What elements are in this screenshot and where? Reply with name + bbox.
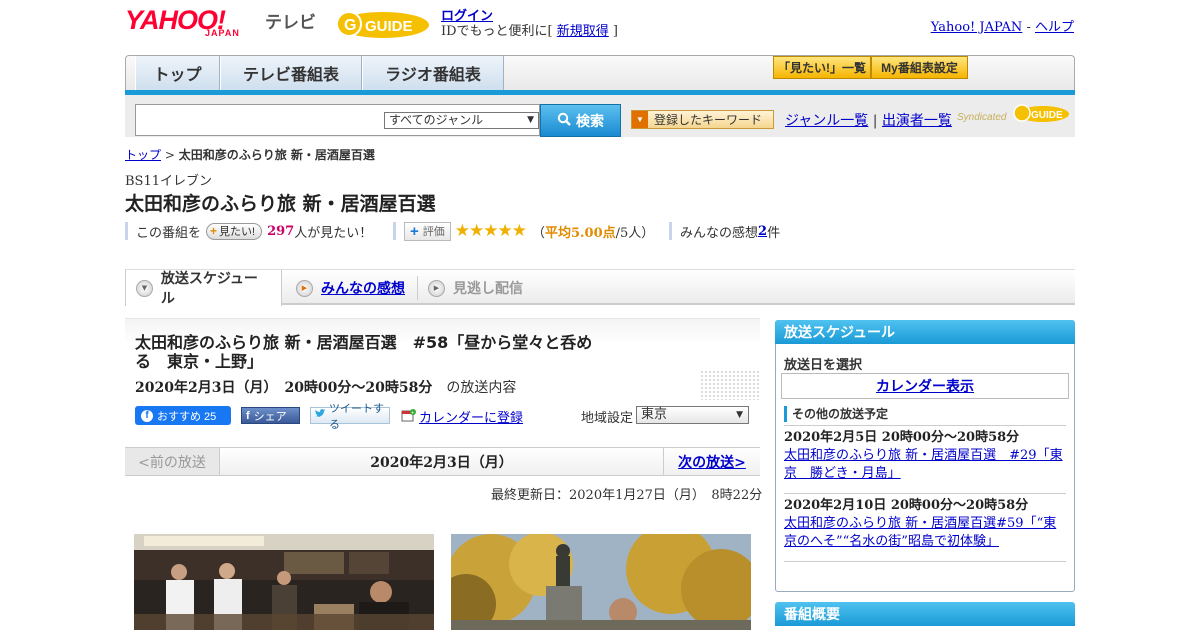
search-links: ジャンル一覧 | 出演者一覧 — [785, 113, 952, 129]
tv-logo-text[interactable]: テレビ — [265, 8, 316, 33]
broadcast-date: 2020年2月10日 20時00分～20時58分 — [784, 498, 1029, 513]
registered-keyword-button[interactable]: ▼ 登録したキーワード — [631, 110, 774, 129]
signup-link[interactable]: 新規取得 — [557, 24, 609, 39]
genre-select[interactable]: すべてのジャンル ▼ — [384, 112, 539, 129]
arrow-down-circle-icon: ▼ — [136, 279, 153, 297]
plus-icon: + — [410, 222, 419, 240]
next-broadcast-link[interactable]: 次の放送> — [663, 448, 760, 475]
facebook-icon: f — [141, 409, 153, 422]
other-broadcasts-heading: その他の放送予定 — [784, 405, 888, 422]
arrow-right-circle-icon: ▶ — [296, 279, 313, 297]
divider — [784, 425, 1066, 426]
mitai-list-button[interactable]: 「見たい!」一覧 — [773, 56, 871, 79]
previous-broadcast-button: <前の放送 — [125, 448, 220, 475]
help-link[interactable]: ヘルプ — [1035, 20, 1074, 35]
divider — [393, 222, 396, 240]
gguide-logo-text: GUIDE — [365, 18, 413, 35]
episode-title: 太田和彦のふらり旅 新・居酒屋百選 #58「昼から堂々と呑める 東京・上野」 — [135, 333, 593, 371]
sidebar-overview-heading: 番組概要 — [775, 602, 1075, 626]
divider — [669, 222, 672, 240]
current-broadcast-date: 2020年2月3日（月） — [370, 454, 513, 471]
episode-datetime: 2020年2月3日（月） 20時00分～20時58分 の放送内容 — [135, 380, 517, 396]
plus-icon: + — [210, 224, 218, 238]
breadcrumb: トップ > 太田和彦のふらり旅 新・居酒屋百選 — [125, 148, 375, 162]
svg-text:+: + — [411, 410, 415, 416]
tab-radio-schedule[interactable]: ラジオ番組表 — [362, 56, 504, 90]
dropdown-arrow-icon: ▼ — [736, 410, 743, 420]
magnifier-icon — [557, 112, 571, 129]
rating-stat: + 評価 ★★★★★ （平均5.00点/5人） — [393, 221, 654, 241]
divider — [784, 561, 1066, 562]
login-subtext: IDでもっと便利に[ 新規取得 ] — [441, 24, 618, 39]
sidebar-schedule-heading: 放送スケジュール — [775, 320, 1075, 344]
svg-text:G: G — [344, 17, 356, 34]
rate-button[interactable]: + 評価 — [404, 221, 451, 241]
gguide-logo[interactable]: G GUIDE — [335, 8, 431, 40]
syndicated-label: Syndicated — [957, 112, 1007, 123]
yahoo-japan-link[interactable]: Yahoo! JAPAN — [931, 20, 1023, 35]
divider — [125, 222, 128, 240]
genre-list-link[interactable]: ジャンル一覧 — [785, 113, 868, 129]
reviews-stat: みんなの感想 2件 — [669, 222, 780, 241]
triangle-down-icon: ▼ — [632, 111, 648, 128]
calendar-plus-icon: + — [401, 408, 416, 426]
my-schedule-button[interactable]: My番組表設定 — [871, 56, 968, 79]
search-button[interactable]: 検索 — [540, 104, 621, 137]
arrow-right-circle-icon: ▶ — [428, 279, 445, 297]
calendar-register-link[interactable]: + カレンダーに登録 — [401, 407, 523, 426]
divider — [784, 493, 1066, 494]
calendar-view-button[interactable]: カレンダー表示 — [781, 373, 1069, 399]
broadcast-title-link[interactable]: 太田和彦のふらり旅 新・居酒屋百選#59「“東京のへそ”“名水の街”昭島で初体験… — [784, 516, 1056, 549]
broadcast-title-link[interactable]: 太田和彦のふらり旅 新・居酒屋百選 #29「東京 勝どき・月島」 — [784, 448, 1063, 481]
tab-divider — [417, 276, 418, 300]
want-to-watch-button[interactable]: + 見たい! — [206, 222, 263, 240]
dot-pattern — [700, 370, 760, 400]
gguide-syndicated-logo: GUIDE — [1013, 102, 1069, 124]
page-title: 太田和彦のふらり旅 新・居酒屋百選 — [125, 193, 436, 215]
broadcast-date: 2020年2月5日 20時00分～20時58分 — [784, 430, 1020, 445]
gguide-syndicated-logo-text: GUIDE — [1031, 110, 1063, 121]
want-count: 297 — [267, 223, 295, 239]
episode-photo-ueno-statue — [451, 534, 751, 630]
select-date-label: 放送日を選択 — [784, 358, 863, 373]
tab-missed-streaming: ▶ 見逃し配信 — [428, 270, 523, 306]
channel-name: BS11イレブン — [125, 174, 213, 189]
facebook-recommend-button[interactable]: f おすすめ 25 — [135, 406, 231, 425]
region-select[interactable]: 東京 ▼ — [636, 406, 749, 424]
tab-broadcast-schedule[interactable]: ▼ 放送スケジュール — [125, 270, 282, 307]
average-rating: 平均5.00点 — [544, 225, 616, 241]
list-item: 2020年2月5日 20時00分～20時58分 太田和彦のふらり旅 新・居酒屋百… — [784, 429, 1066, 483]
facebook-share-button[interactable]: f シェア — [241, 407, 300, 424]
list-item: 2020年2月10日 20時00分～20時58分 太田和彦のふらり旅 新・居酒屋… — [784, 497, 1066, 551]
breadcrumb-top-link[interactable]: トップ — [125, 148, 161, 162]
dropdown-arrow-icon: ▼ — [527, 115, 534, 125]
top-links: Yahoo! JAPAN - ヘルプ — [930, 20, 1074, 35]
want-to-watch-stat: この番組を + 見たい! 297 人が見たい！ — [125, 222, 372, 241]
cast-list-link[interactable]: 出演者一覧 — [882, 113, 952, 129]
tab-tv-schedule[interactable]: テレビ番組表 — [220, 56, 362, 90]
region-label: 地域設定 — [581, 411, 634, 426]
heading-bar — [784, 405, 787, 422]
tab-top[interactable]: トップ — [135, 56, 220, 90]
facebook-icon: f — [246, 409, 250, 422]
episode-photo-izakaya — [134, 534, 434, 630]
reviews-count-link[interactable]: 2 — [758, 224, 767, 239]
breadcrumb-current: 太田和彦のふらり旅 新・居酒屋百選 — [178, 148, 375, 162]
yahoo-japan-logo-text: JAPAN — [205, 28, 240, 38]
last-updated: 最終更新日：2020年1月27日（月） 8時22分 — [491, 488, 763, 503]
twitter-bird-icon — [314, 409, 326, 422]
tab-reviews[interactable]: ▶ みんなの感想 — [296, 270, 405, 306]
tweet-button[interactable]: ツイートする — [310, 403, 390, 431]
rating-stars: ★★★★★ — [454, 221, 527, 241]
